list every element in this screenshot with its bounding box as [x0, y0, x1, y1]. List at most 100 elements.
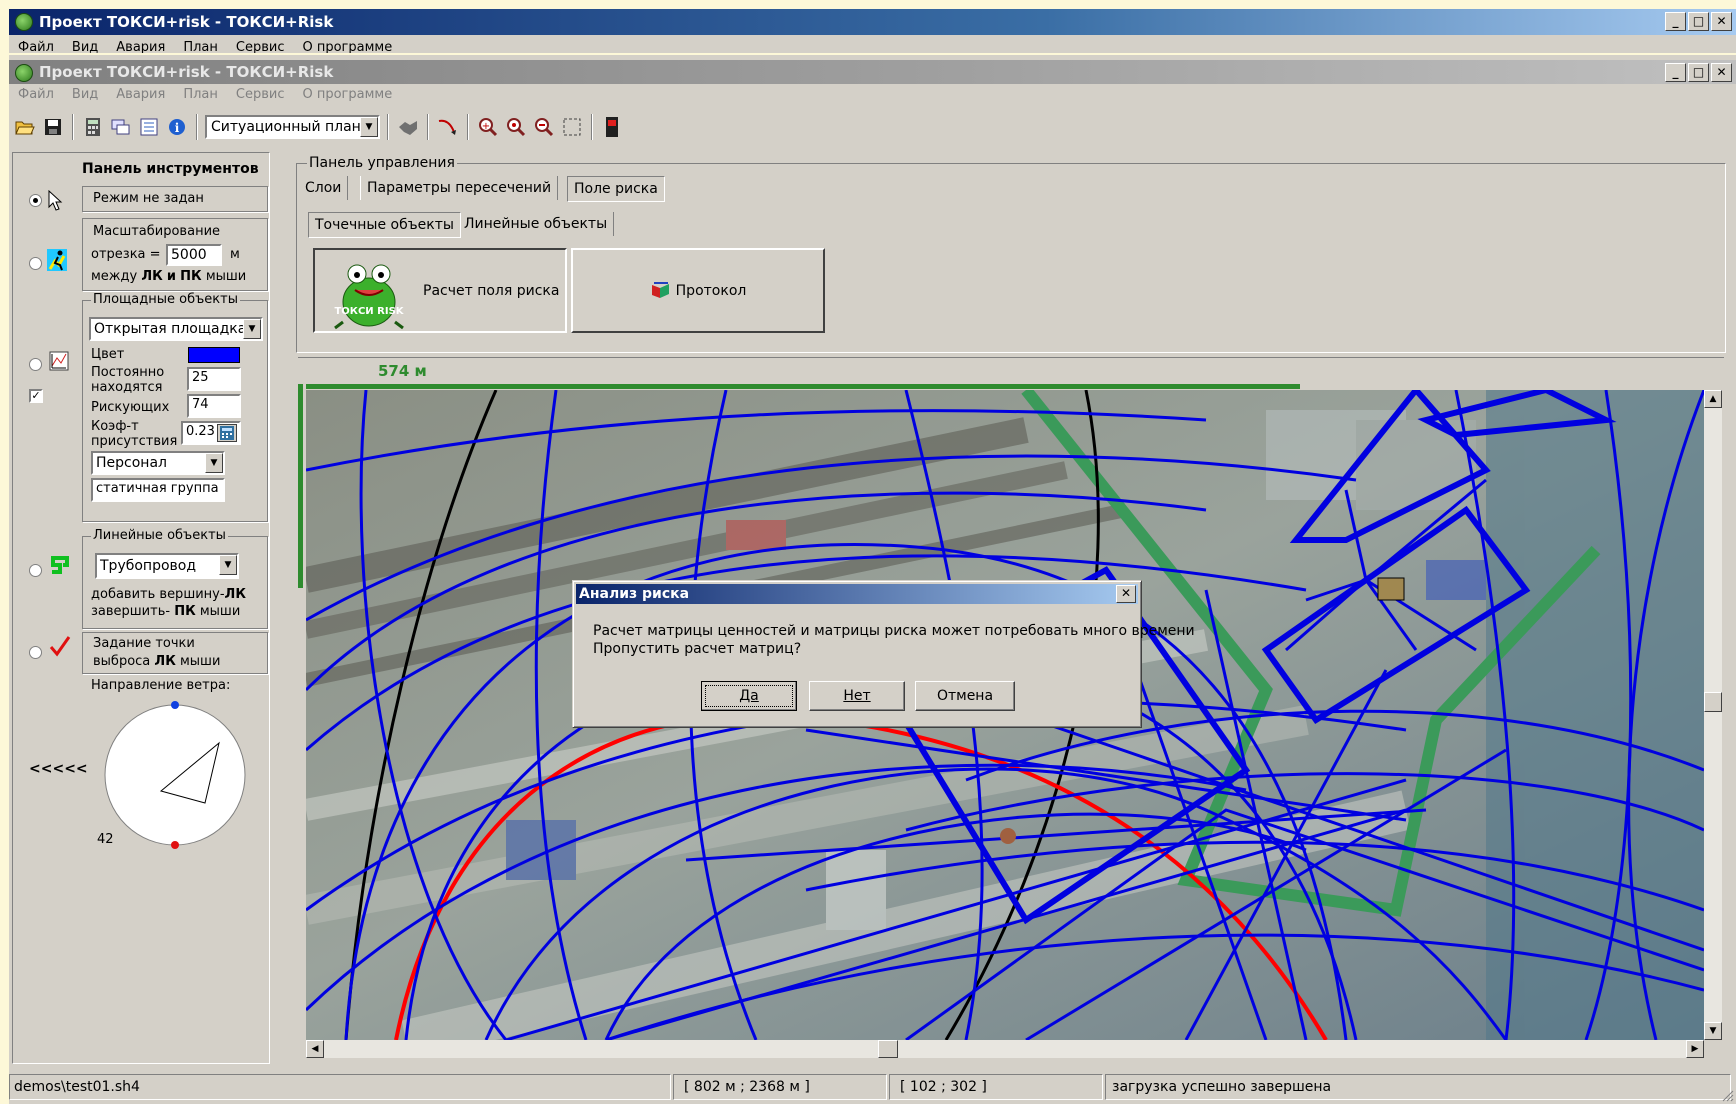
menu-service[interactable]: Сервис	[227, 39, 294, 53]
at-risk-input[interactable]: 74	[187, 394, 241, 418]
vertical-scroll-thumb[interactable]	[1704, 692, 1722, 712]
resize-grip-icon[interactable]	[1720, 1088, 1734, 1102]
calc-risk-field-button[interactable]: ТОКСИ RISK Расчет поля риска	[313, 248, 567, 333]
tab-layers[interactable]: Слои	[299, 176, 349, 200]
segment-length-input[interactable]: 5000	[166, 244, 222, 266]
dialog-cancel-button[interactable]: Отмена	[915, 681, 1015, 711]
info-icon[interactable]: i	[165, 115, 189, 139]
scale-person-icon	[47, 249, 67, 271]
zoom-in-icon[interactable]: +	[476, 115, 500, 139]
mode-radio-linear[interactable]	[29, 564, 42, 577]
wind-rose[interactable]	[101, 701, 251, 851]
menu-service[interactable]: Сервис	[227, 86, 294, 106]
menu-about[interactable]: О программе	[293, 39, 401, 53]
tab-linear-objects[interactable]: Линейные объекты	[458, 212, 615, 236]
menu-file[interactable]: Файл	[9, 86, 63, 106]
map-horizontal-scrollbar[interactable]: ◀ ▶	[306, 1040, 1704, 1058]
scroll-left-icon[interactable]: ◀	[306, 1040, 324, 1058]
tab-intersections[interactable]: Параметры пересечений	[360, 176, 559, 200]
zoom-fit-icon[interactable]	[504, 115, 528, 139]
mode-radio-area[interactable]	[29, 358, 42, 371]
protocol-button[interactable]: Протокол	[571, 248, 825, 333]
mode-radio-none[interactable]	[29, 194, 42, 207]
dialog-close-icon[interactable]: ✕	[1116, 585, 1136, 603]
map-scale-bar	[306, 384, 1300, 389]
dialog-no-button[interactable]: Нет	[809, 681, 905, 711]
exit-door-icon[interactable]	[600, 115, 624, 139]
people-category-select[interactable]: Персонал ▼	[91, 451, 225, 475]
mode-radio-release[interactable]	[29, 646, 42, 659]
dialog-title-bar[interactable]: Анализ риска ✕	[576, 584, 1138, 604]
at-risk-label: Рискующих	[91, 400, 170, 415]
wind-arrows[interactable]: <<<<<	[29, 761, 88, 777]
tab-point-objects[interactable]: Точечные объекты	[308, 212, 461, 238]
protocol-label: Протокол	[675, 282, 747, 299]
menu-view[interactable]: Вид	[63, 39, 107, 53]
menu-accident[interactable]: Авария	[107, 39, 174, 53]
release-point-group[interactable]: Задание точки выброса ЛК мыши	[82, 632, 268, 674]
tools-panel: Панель инструментов Режим не задан Масшт…	[12, 152, 270, 1064]
view-select-value: Ситуационный план	[211, 119, 361, 135]
toolbar-separator	[387, 114, 389, 140]
linear-type-value: Трубопровод	[100, 558, 197, 574]
people-category-value: Персонал	[96, 455, 167, 471]
close-icon[interactable]: ✕	[1711, 12, 1732, 31]
minimize-icon[interactable]: _	[1665, 63, 1686, 82]
area-type-select[interactable]: Открытая площадка ▼	[89, 317, 263, 341]
menu-view[interactable]: Вид	[63, 86, 107, 106]
minimize-icon[interactable]: _	[1665, 12, 1686, 31]
zoom-out-icon[interactable]	[532, 115, 556, 139]
area-color-swatch[interactable]	[188, 347, 240, 363]
chevron-down-icon[interactable]: ▼	[360, 117, 378, 137]
open-folder-icon[interactable]	[13, 115, 37, 139]
svg-text:+: +	[482, 121, 490, 132]
constantly-present-input[interactable]: 25	[187, 367, 241, 391]
menu-plan[interactable]: План	[174, 86, 227, 106]
control-panel-title: Панель управления	[307, 155, 457, 171]
chevron-down-icon[interactable]: ▼	[243, 319, 261, 339]
view-select[interactable]: Ситуационный план ▼	[205, 115, 380, 139]
linear-type-select[interactable]: Трубопровод ▼	[95, 553, 239, 579]
mode-radio-scale[interactable]	[29, 257, 42, 270]
status-bar: demos\test01.sh4 [ 802 м ; 2368 м ] [ 10…	[9, 1070, 1736, 1104]
toxi-frog-icon: ТОКСИ RISK	[334, 264, 405, 329]
horizontal-scroll-thumb[interactable]	[878, 1040, 898, 1058]
menu-file[interactable]: Файл	[9, 39, 63, 53]
map-vertical-scrollbar[interactable]: ▲ ▼	[1704, 390, 1722, 1040]
route-icon[interactable]	[436, 115, 460, 139]
menu-accident[interactable]: Авария	[107, 86, 174, 106]
maximize-icon[interactable]: □	[1688, 12, 1709, 31]
tools-panel-title: Панель инструментов	[82, 161, 259, 177]
svg-text:i: i	[175, 121, 180, 135]
svg-text:ТОКСИ RISK: ТОКСИ RISK	[334, 306, 404, 317]
scroll-up-icon[interactable]: ▲	[1704, 390, 1722, 408]
wind-north-marker	[171, 701, 179, 709]
tab-risk-field[interactable]: Поле риска	[567, 176, 665, 202]
calculator-icon[interactable]	[217, 424, 237, 442]
scroll-right-icon[interactable]: ▶	[1686, 1040, 1704, 1058]
maximize-icon[interactable]: □	[1688, 63, 1709, 82]
color-label: Цвет	[91, 347, 125, 362]
dialog-yes-button[interactable]: Да	[701, 681, 797, 711]
handshake-icon[interactable]	[396, 115, 420, 139]
status-coords-m: [ 802 м ; 2368 м ]	[673, 1074, 887, 1100]
status-file: demos\test01.sh4	[9, 1074, 671, 1100]
select-area-icon[interactable]	[560, 115, 584, 139]
group-type-field[interactable]: статичная группа	[91, 478, 225, 502]
chevron-down-icon[interactable]: ▼	[205, 453, 223, 473]
menu-plan[interactable]: План	[174, 39, 227, 53]
inner-title-bar[interactable]: Проект ТОКСИ+risk - ТОКСИ+Risk _ □ ✕	[9, 60, 1736, 84]
chat-icon[interactable]	[109, 115, 133, 139]
status-coords-px: [ 102 ; 302 ]	[889, 1074, 1103, 1100]
outer-title-bar[interactable]: Проект ТОКСИ+risk - ТОКСИ+Risk _ □ ✕	[9, 9, 1736, 35]
area-visible-checkbox[interactable]: ✓	[29, 389, 43, 403]
close-icon[interactable]: ✕	[1711, 63, 1732, 82]
mode-label-box[interactable]: Режим не задан	[82, 186, 268, 212]
menu-about[interactable]: О программе	[293, 86, 401, 106]
list-icon[interactable]	[137, 115, 161, 139]
calculator-icon[interactable]	[81, 115, 105, 139]
dialog-title: Анализ риска	[579, 586, 690, 602]
scroll-down-icon[interactable]: ▼	[1704, 1022, 1722, 1040]
save-icon[interactable]	[41, 115, 65, 139]
chevron-down-icon[interactable]: ▼	[219, 555, 237, 575]
